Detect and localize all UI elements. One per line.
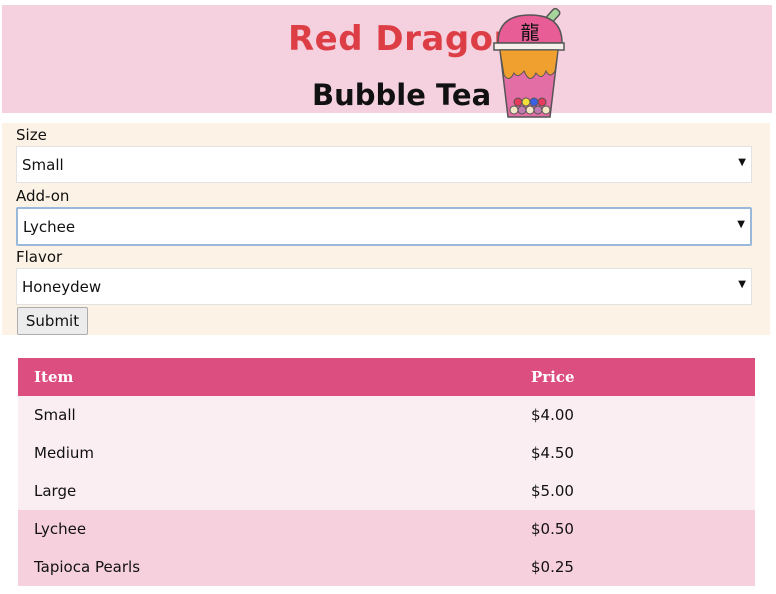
price-cell: $4.00 <box>515 396 755 434</box>
item-cell: Medium <box>18 434 515 472</box>
dropdown-arrow-icon: ▼ <box>738 157 746 168</box>
dragon-character: 龍 <box>520 22 539 44</box>
brand-title-bubble-tea: Bubble Tea <box>312 78 492 112</box>
addon-label: Add-on <box>16 187 70 205</box>
bubble-tea-cup-logo: 龍 <box>493 7 565 118</box>
item-cell: Tapioca Pearls <box>18 548 515 586</box>
price-cell: $5.00 <box>515 472 755 510</box>
table-row: Large $5.00 <box>18 472 755 510</box>
table-row: Tapioca Pearls $0.25 <box>18 548 755 586</box>
item-cell: Lychee <box>18 510 515 548</box>
addon-select[interactable]: Lychee ▼ <box>16 207 752 246</box>
column-header-price: Price <box>515 358 755 396</box>
size-label: Size <box>16 126 47 144</box>
site-header: Red Dragon Bubble Tea 龍 <box>2 5 772 118</box>
item-cell: Small <box>18 396 515 434</box>
price-cell: $0.25 <box>515 548 755 586</box>
table-row: Small $4.00 <box>18 396 755 434</box>
size-selected-value: Small <box>22 156 64 174</box>
price-cell: $0.50 <box>515 510 755 548</box>
table-row: Lychee $0.50 <box>18 510 755 548</box>
brand-title-red-dragon: Red Dragon <box>288 19 519 59</box>
flavor-label: Flavor <box>16 248 63 266</box>
item-cell: Large <box>18 472 515 510</box>
size-select[interactable]: Small ▼ <box>16 146 752 183</box>
flavor-select[interactable]: Honeydew ▼ <box>16 268 752 305</box>
price-cell: $4.50 <box>515 434 755 472</box>
flavor-selected-value: Honeydew <box>22 278 102 296</box>
price-table: Item Price Small $4.00 Medium $4.50 Larg… <box>18 358 755 586</box>
table-row: Medium $4.50 <box>18 434 755 472</box>
table-header-row: Item Price <box>18 358 755 396</box>
addon-selected-value: Lychee <box>23 218 76 236</box>
column-header-item: Item <box>18 358 515 396</box>
submit-button[interactable]: Submit <box>17 307 88 335</box>
dropdown-arrow-icon: ▼ <box>738 279 746 290</box>
dropdown-arrow-icon: ▼ <box>737 219 745 230</box>
